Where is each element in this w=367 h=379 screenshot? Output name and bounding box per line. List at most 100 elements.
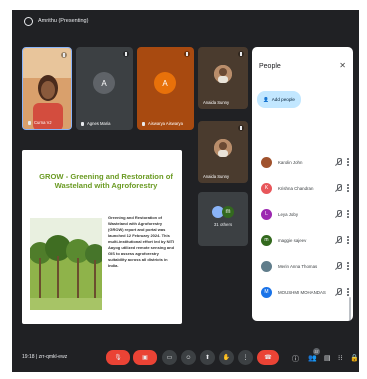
participant-tile-4[interactable]: Anaida Sunny [198,47,248,109]
meeting-time-code: 19:18 | zrr-qmkl-ewz [22,354,68,360]
avatar: A [93,72,115,94]
camera-off-icon: ▣ [142,355,148,361]
tile-name: Aiswarya Aiswarya [142,121,183,126]
avatar: K [261,182,272,194]
list-item[interactable]: Karolin John [252,149,353,175]
participant-video [23,48,71,129]
slide-title: GROW - Greening and Restoration of Waste… [39,172,173,191]
present-button[interactable]: ⬆ [200,350,215,365]
mic-off-icon [334,210,342,218]
list-item[interactable]: M MOUSHMI MOHANDAS [252,279,353,305]
more-options-icon[interactable] [347,158,349,166]
more-options-icon[interactable] [347,184,349,192]
add-person-icon: 👤 [263,96,269,102]
emoji-button[interactable]: ☺ [181,350,196,365]
camera-toggle-button[interactable]: ▣ [133,350,157,365]
tile-name: Anaida Sunny [203,100,229,105]
mic-off-icon [123,51,129,57]
presenting-bar: Amrithu (Presenting) [12,10,359,32]
tile-name: Agnes Maria [81,121,111,126]
avatar-photo [214,65,232,83]
more-options-icon[interactable] [347,288,349,296]
add-people-button[interactable]: 👤 Add people [257,91,301,108]
mic-off-icon [28,120,31,125]
mic-off-icon [334,262,342,270]
person-name: Leya Joby [278,211,299,217]
mic-off-icon: 🎙 [114,355,122,361]
activities-icon[interactable]: ⁝⁝ [338,354,342,362]
people-panel: People ✕ 👤 Add people Karolin John K Kri… [252,47,353,321]
more-options-icon[interactable] [347,262,349,270]
mic-off-icon [334,288,342,296]
list-item[interactable]: m maggie sajeev [252,227,353,253]
more-options-icon[interactable] [347,210,349,218]
more-vert-icon: ⋮ [242,355,249,361]
scrollbar[interactable] [349,297,351,321]
more-options-icon[interactable] [347,236,349,244]
mic-toggle-button[interactable]: 🎙 [106,350,130,365]
tile-name: Curna VJ [28,120,51,125]
presenting-label: Amrithu (Presenting) [38,18,89,24]
tile-name-text: Anaida Sunny [203,174,230,179]
mic-off-icon [238,125,244,131]
emoji-icon: ☺ [185,354,192,361]
person-name: Krishna Chandran [278,185,314,191]
avatar: L [261,208,272,220]
mic-off-icon [334,184,342,192]
hand-icon: ✋ [222,355,231,361]
avatar-image [214,65,232,83]
avatar: M [261,286,272,298]
tile-name-text: Aiswarya Aiswarya [148,121,183,126]
slide-body-text: Greening and Restoration of Wasteland wi… [108,215,175,268]
presentation-icon [24,16,33,26]
avatar: m [261,234,272,246]
meeting-window: Amrithu (Presenting) Curna VJ A Agnes Ma… [12,10,359,372]
person-name: maggie sajeev [278,237,307,243]
person-name: MOUSHMI MOHANDAS [278,289,326,295]
mic-off-icon [334,236,342,244]
others-tile[interactable]: m 31 others [198,192,248,246]
list-item[interactable]: K Krishna Chandran [252,175,353,201]
avatar: A [154,72,176,94]
captions-icon: ▭ [166,355,173,361]
audio-level-icon [61,52,67,58]
mic-icon [81,121,84,126]
raise-hand-button[interactable]: ✋ [219,350,234,365]
captions-button[interactable]: ▭ [162,350,177,365]
avatar-image [214,139,232,157]
avatar [261,260,272,272]
list-item[interactable]: L Leya Joby [252,201,353,227]
more-options-button[interactable]: ⋮ [238,350,253,365]
mic-icon [142,121,145,126]
avatar-photo [214,139,232,157]
mic-off-icon [184,51,190,57]
mic-off-icon [334,158,342,166]
participant-tile-5[interactable]: Anaida Sunny [198,121,248,183]
avatar [261,156,272,168]
close-icon[interactable]: ✕ [339,61,346,70]
present-icon: ⬆ [204,355,211,361]
tile-name-text: Agnes Maria [87,121,111,126]
control-bar: 19:18 | zrr-qmkl-ewz 🎙 ▣ ▭ ☺ ⬆ ✋ ⋮ ☎ ⓘ 👥… [12,340,359,372]
list-item[interactable]: Merin Anna Thomas [252,253,353,279]
host-controls-icon[interactable]: 🔒 [350,354,359,362]
tile-name-text: Curna VJ [34,120,52,125]
mic-off-icon [238,51,244,57]
participant-tile-2[interactable]: A Agnes Maria [76,47,133,130]
avatar: m [222,206,234,218]
participant-tile-3[interactable]: A Aiswarya Aiswarya [137,47,194,130]
participant-tile-1[interactable]: Curna VJ [22,47,72,130]
panel-title: People [259,63,281,70]
people-icon[interactable]: 👥 [308,354,317,362]
phone-hangup-icon: ☎ [264,355,272,361]
others-count-label: 31 others [213,222,233,227]
tile-name: Anaida Sunny [203,174,229,179]
info-icon[interactable]: ⓘ [292,354,299,364]
tile-name-text: Anaida Sunny [203,100,230,105]
presentation-slide: GROW - Greening and Restoration of Waste… [22,150,182,324]
leave-call-button[interactable]: ☎ [257,350,279,365]
participant-count-badge: 37 [313,348,320,355]
person-name: Merin Anna Thomas [278,263,318,269]
person-name: Karolin John [278,159,303,165]
chat-icon[interactable]: ▤ [324,354,331,362]
